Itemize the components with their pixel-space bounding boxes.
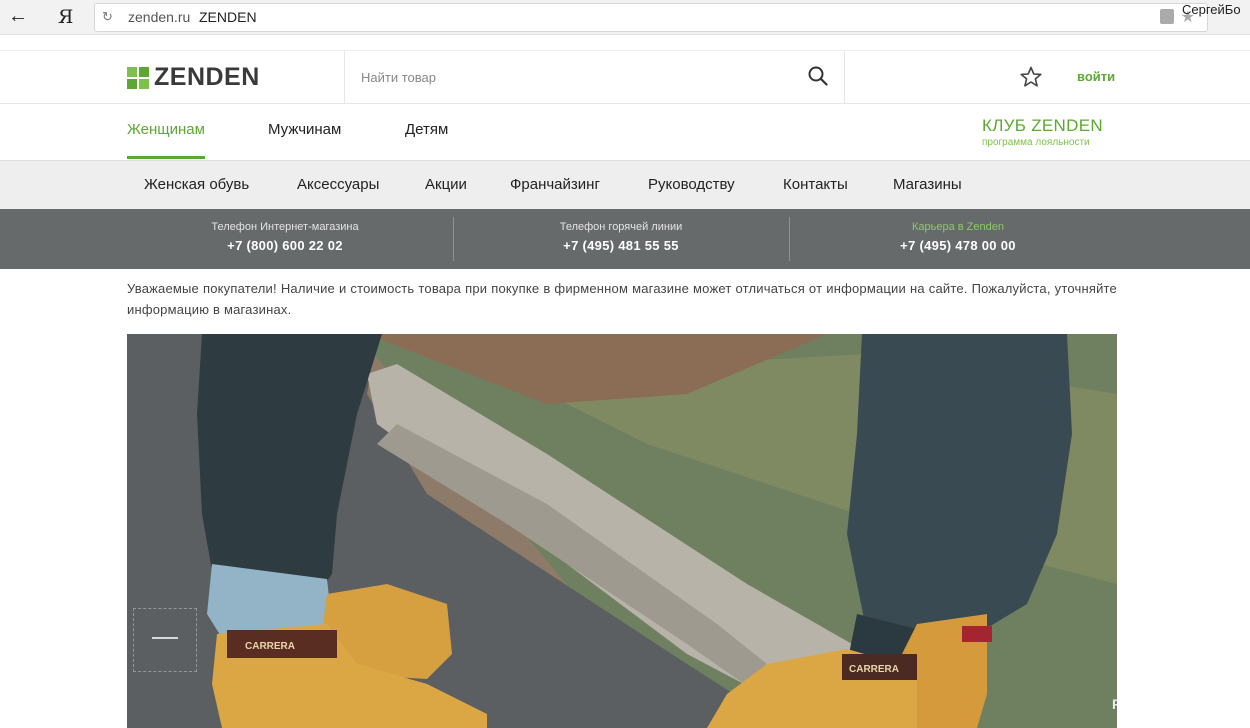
club-title: КЛУБ ZENDEN xyxy=(982,116,1103,135)
phone-career: Карьера в Zenden +7 (495) 478 00 00 xyxy=(858,221,1058,253)
yandex-logo-icon[interactable]: Я xyxy=(58,6,73,28)
club-subtitle: программа лояльности xyxy=(982,137,1090,148)
tab-women[interactable]: Женщинам xyxy=(127,121,205,159)
divider xyxy=(453,217,454,261)
phone-number[interactable]: +7 (495) 481 55 55 xyxy=(521,238,721,253)
reload-icon[interactable]: ↻ xyxy=(102,9,113,25)
login-link[interactable]: войти xyxy=(1077,69,1115,84)
menu-item-accessories[interactable]: Аксессуары xyxy=(297,176,379,193)
boot-brand-left: CARRERA xyxy=(245,641,295,652)
banner-photo: CARRERA CARRERA xyxy=(127,334,1117,728)
favorites-star-icon[interactable] xyxy=(1019,65,1043,89)
site-header: ZENDEN войти xyxy=(0,50,1250,104)
phone-bar: Телефон Интернет-магазина +7 (800) 600 2… xyxy=(0,209,1250,269)
lock-icon[interactable] xyxy=(1160,9,1174,24)
browser-toolbar: ← Я ↻ zenden.ru ZENDEN ★ СергейБо xyxy=(0,0,1250,35)
phone-hotline: Телефон горячей линии +7 (495) 481 55 55 xyxy=(521,221,721,253)
store-notice: Уважаемые покупатели! Наличие и стоимост… xyxy=(127,281,1117,317)
zenden-logo[interactable]: ZENDEN xyxy=(127,63,260,92)
tab-men[interactable]: Мужчинам xyxy=(268,121,341,159)
phone-number[interactable]: +7 (800) 600 22 02 xyxy=(185,238,385,253)
phone-label: Телефон горячей линии xyxy=(559,221,683,233)
category-menu: Женская обувь Аксессуары Акции Франчайзи… xyxy=(0,160,1250,209)
tab-kids[interactable]: Детям xyxy=(405,121,448,159)
career-link[interactable]: Карьера в Zenden xyxy=(858,221,1058,233)
search-input[interactable] xyxy=(359,65,783,89)
gender-tabs: Женщинам Мужчинам Детям КЛУБ ZENDEN прог… xyxy=(0,103,1250,159)
menu-item-promotions[interactable]: Акции xyxy=(425,176,467,193)
search-box xyxy=(344,51,845,103)
phone-label: Телефон Интернет-магазина xyxy=(211,221,359,233)
menu-item-franchising[interactable]: Франчайзинг xyxy=(510,176,600,193)
address-page-title: ZENDEN xyxy=(199,9,257,25)
menu-item-womens-shoes[interactable]: Женская обувь xyxy=(144,176,249,193)
promo-banner[interactable]: CARRERA CARRERA xyxy=(127,334,1117,728)
menu-item-management[interactable]: Руководству xyxy=(648,176,735,193)
phone-number[interactable]: +7 (495) 478 00 00 xyxy=(858,238,1058,253)
slider-prev-button[interactable] xyxy=(133,608,197,672)
address-domain: zenden.ru xyxy=(128,9,191,25)
phone-online-store: Телефон Интернет-магазина +7 (800) 600 2… xyxy=(185,221,385,253)
back-arrow-icon[interactable]: ← xyxy=(8,5,28,27)
address-bar[interactable]: ↻ zenden.ru ZENDEN ★ xyxy=(94,3,1208,32)
boot-brand-right: CARRERA xyxy=(849,664,899,675)
watermark: RECOMMEND.RU xyxy=(1112,696,1236,712)
zenden-logo-icon xyxy=(127,66,149,89)
search-icon[interactable] xyxy=(808,66,828,86)
menu-item-contacts[interactable]: Контакты xyxy=(783,176,848,193)
loyalty-club-link[interactable]: КЛУБ ZENDEN программа лояльности xyxy=(982,116,1103,148)
menu-item-stores[interactable]: Магазины xyxy=(893,176,962,193)
arrow-left-icon xyxy=(152,637,178,639)
divider xyxy=(789,217,790,261)
browser-user-name[interactable]: СергейБо xyxy=(1182,2,1241,17)
logo-text: ZENDEN xyxy=(154,63,260,91)
